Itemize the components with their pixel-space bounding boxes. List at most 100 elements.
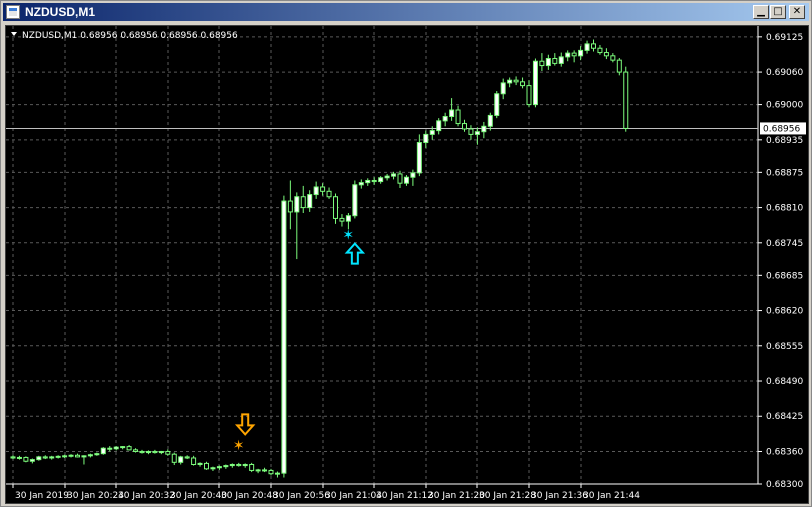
candle-body-bear [126, 446, 132, 451]
candle-body-bull [281, 200, 287, 474]
candle-body-bear [287, 200, 293, 213]
candle-body-bull [423, 133, 429, 144]
candle-body-bear [616, 59, 622, 73]
candle-body-bull [113, 446, 119, 450]
y-tick-label: 0.69060 [766, 68, 803, 78]
y-tick-label: 0.69125 [766, 33, 803, 43]
candle-body-bear [513, 79, 519, 83]
candle-body-bull [365, 179, 371, 184]
candle-body-bull [216, 466, 222, 469]
candle-body-bull [210, 467, 216, 470]
candle-body-bull [229, 463, 235, 467]
candle-body-bull [255, 469, 261, 472]
close-button[interactable]: ✕ [789, 5, 805, 19]
candle-body-bull [197, 462, 203, 465]
y-tick-label: 0.68935 [766, 136, 803, 146]
sell-star-marker: ✶ [233, 438, 245, 454]
y-tick-label: 0.68555 [766, 342, 803, 352]
candle-body-bear [571, 52, 577, 57]
candle-body-bull [442, 116, 448, 122]
candle-body-bear [591, 43, 596, 49]
x-tick-label: 30 Jan 21:12 [376, 491, 433, 501]
candle-body-bull [55, 455, 61, 458]
y-tick-label: 0.68620 [766, 307, 803, 317]
candle-body-bear [133, 449, 139, 452]
candle-body-bear [610, 55, 616, 61]
candle-body-bear [23, 456, 29, 462]
candle-body-bull [313, 186, 319, 196]
candle-body-bear [339, 217, 345, 222]
candle-body-bull [100, 447, 106, 455]
candle-body-bear [333, 196, 338, 219]
candle-body-bear [262, 469, 268, 472]
candle-body-bull [352, 184, 358, 217]
candle-body-bull [565, 52, 571, 58]
x-tick-label: 30 Jan 21:36 [531, 491, 588, 501]
window-titlebar[interactable]: NZDUSD,M1 ▁ □ ✕ [3, 3, 809, 21]
candle-body-bear [139, 450, 145, 454]
candle-body-bear [42, 456, 48, 459]
candle-body-bear [326, 190, 332, 198]
candle-body-bear [603, 52, 609, 57]
candle-body-bear [268, 469, 274, 475]
chart-header-dropdown-icon[interactable] [11, 32, 17, 36]
candle-body-bear [526, 85, 532, 106]
candle-body-bull [384, 175, 390, 179]
candle-body-bull [545, 58, 551, 67]
candle-body-bull [474, 131, 480, 135]
candle-body-bull [578, 49, 584, 57]
candle-body-bull [500, 82, 506, 95]
candlestick-chart[interactable]: 0.69125 0.69060 0.69000 0.68935 0.68875 0.688… [6, 26, 808, 503]
candle-body-bear [462, 123, 467, 130]
candle-body-bull [81, 455, 87, 458]
x-tick-label: 30 Jan 21:04 [325, 491, 382, 501]
y-tick-label: 0.68810 [766, 204, 803, 214]
candle-body-bear [468, 128, 474, 135]
x-tick-label: 30 Jan 20:32 [118, 491, 175, 501]
candle-body-bear [152, 450, 158, 454]
minimize-button[interactable]: ▁ [753, 5, 769, 19]
candle-body-bear [191, 457, 197, 465]
candle-body-bear [75, 454, 80, 458]
candle-body-bull [410, 172, 416, 178]
candle-body-bull [391, 173, 397, 177]
x-tick-label: 30 Jan 2019 [15, 491, 69, 501]
chart-area[interactable]: 0.69125 0.69060 0.69000 0.68935 0.68875 0.688… [5, 25, 809, 504]
y-tick-label: 0.68360 [766, 447, 803, 457]
candle-body-bull [429, 130, 435, 135]
candle-body-bull [507, 79, 513, 84]
chart-header-label: NZDUSD,M1 0.68956 0.68956 0.68956 0.6895… [22, 31, 238, 41]
candle-body-bear [623, 71, 629, 129]
candle-body-bear [204, 462, 209, 470]
candle-body-bull [345, 215, 351, 222]
candle-body-bull [62, 455, 68, 458]
x-tick-label: 30 Jan 20:56 [273, 491, 330, 501]
buy-star-marker: ✶ [342, 228, 354, 244]
candle-body-bull [558, 56, 564, 64]
x-tick-label: 30 Jan 20:24 [67, 491, 124, 501]
candle-body-bull [378, 177, 384, 183]
y-tick-label: 0.69000 [766, 101, 803, 111]
candle-body-bull [242, 463, 248, 467]
y-tick-label: 0.68685 [766, 271, 803, 281]
candle-body-bull [403, 176, 409, 184]
candle-body-bull [487, 114, 493, 127]
candle-body-bull [145, 450, 151, 454]
y-tick-label: 0.68300 [766, 480, 803, 490]
current-price-badge-text: 0.68956 [763, 124, 800, 134]
candle-body-bull [68, 454, 74, 457]
x-tick-label: 30 Jan 20:48 [221, 491, 278, 501]
candle-body-bull [494, 93, 500, 116]
candle-body-bull [49, 456, 55, 459]
y-tick-label: 0.68745 [766, 239, 803, 249]
candle-body-bull [481, 125, 487, 133]
candle-body-bear [171, 453, 177, 463]
candle-body-bull [358, 182, 364, 186]
candle-body-bear [165, 450, 171, 455]
candle-body-bear [371, 179, 377, 183]
candle-body-bear [455, 109, 461, 125]
candle-body-bear [10, 456, 16, 459]
buy-arrow-icon [344, 242, 366, 265]
maximize-button[interactable]: □ [770, 5, 786, 19]
candle-body-bull [87, 454, 93, 457]
